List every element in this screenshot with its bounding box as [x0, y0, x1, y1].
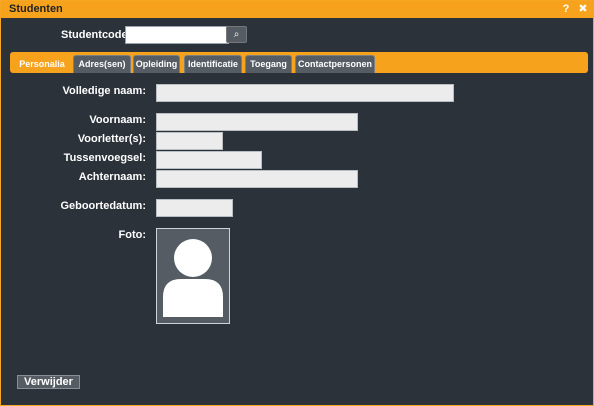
- geboortedatum-field[interactable]: [156, 199, 233, 217]
- geboortedatum-label: Geboortedatum:: [60, 200, 146, 212]
- tab-opleiding[interactable]: Opleiding: [133, 55, 180, 73]
- tab-contactpersonen[interactable]: Contactpersonen: [295, 55, 375, 73]
- person-silhouette-icon: [163, 239, 223, 317]
- voornaam-label: Voornaam:: [89, 114, 146, 126]
- voornaam-field[interactable]: [156, 113, 358, 131]
- search-icon: ⌕: [233, 29, 240, 40]
- foto-label: Foto:: [118, 229, 146, 241]
- voorletters-label: Voorletter(s):: [77, 133, 146, 145]
- achternaam-label: Achternaam:: [78, 171, 146, 183]
- tussenvoegsel-field[interactable]: [156, 151, 262, 169]
- help-button[interactable]: ?: [559, 2, 573, 16]
- tab-personalia[interactable]: Personalia: [13, 55, 71, 73]
- tussenvoegsel-label: Tussenvoegsel:: [63, 152, 146, 164]
- personalia-panel: Volledige naam: Voornaam: Voorletter(s):…: [10, 73, 588, 393]
- tab-toegang[interactable]: Toegang: [245, 55, 292, 73]
- tab-bar: Personalia Adres(sen) Opleiding Identifi…: [10, 52, 588, 73]
- voorletters-field[interactable]: [156, 132, 223, 150]
- volledige-naam-label: Volledige naam:: [62, 85, 146, 97]
- studentcode-label: Studentcode:: [61, 29, 132, 41]
- title-bar: Studenten ? ✖: [1, 1, 593, 18]
- tab-adressen[interactable]: Adres(sen): [73, 55, 131, 73]
- student-window: Studenten ? ✖ Studentcode: ⌕ Personalia …: [0, 0, 594, 406]
- close-button[interactable]: ✖: [576, 2, 590, 16]
- tab-identificatie[interactable]: Identificatie: [184, 55, 242, 73]
- volledige-naam-field[interactable]: [156, 84, 454, 102]
- window-title: Studenten: [9, 3, 63, 15]
- photo-upload[interactable]: [156, 228, 230, 324]
- studentcode-input[interactable]: [125, 26, 229, 44]
- achternaam-field[interactable]: [156, 170, 358, 188]
- search-button[interactable]: ⌕: [226, 26, 247, 43]
- delete-button[interactable]: Verwijder: [17, 375, 80, 389]
